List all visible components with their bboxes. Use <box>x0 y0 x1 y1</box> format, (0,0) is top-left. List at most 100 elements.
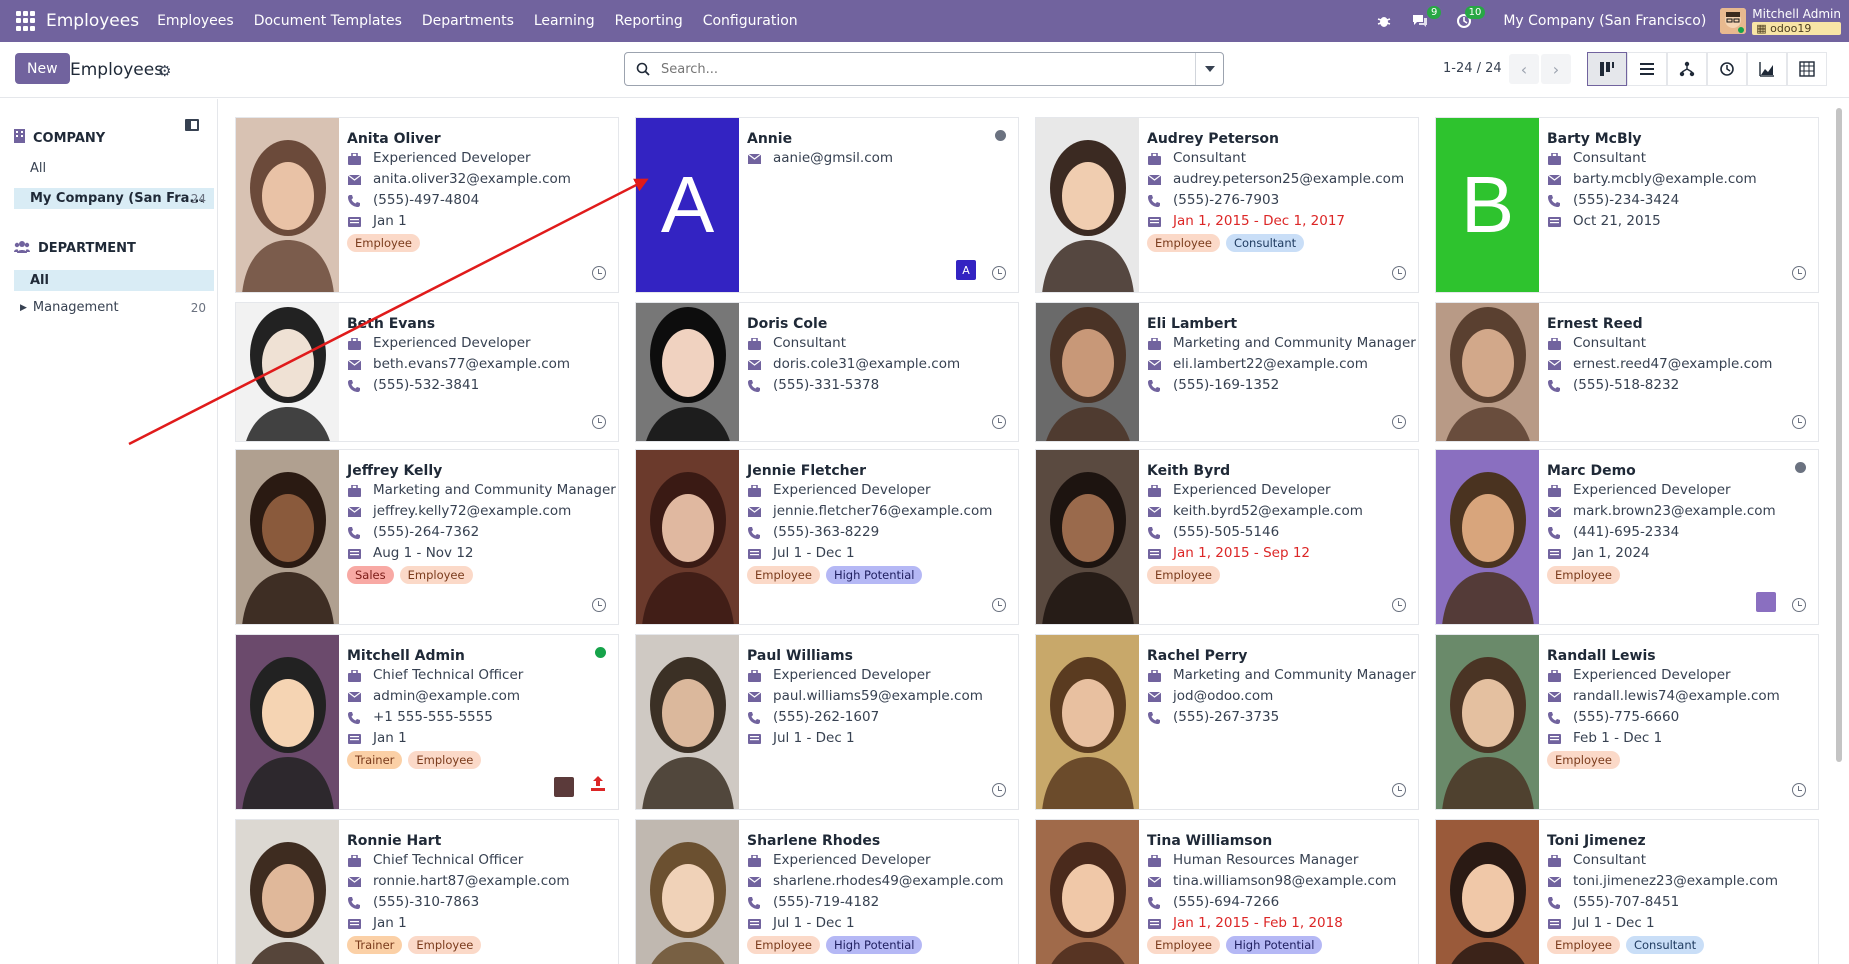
upload-icon[interactable] <box>590 776 606 795</box>
employee-card[interactable]: Rachel Perry Marketing and Community Mana… <box>1035 634 1419 810</box>
activity-clock-icon[interactable] <box>1792 783 1806 797</box>
employee-card[interactable]: Jeffrey Kelly Marketing and Community Man… <box>235 449 619 625</box>
employee-phone[interactable]: (555)-310-7863 <box>347 892 610 913</box>
employee-card[interactable]: B Barty McBly Consultant barty.mcbly@exampl… <box>1435 117 1819 293</box>
employee-card[interactable]: Beth Evans Experienced Developer beth.evan… <box>235 302 619 442</box>
search-options-toggle[interactable] <box>1195 53 1223 85</box>
company-filter-my-company[interactable]: My Company (San Fra... 24 <box>14 188 214 209</box>
employee-phone[interactable]: (555)-694-7266 <box>1147 892 1410 913</box>
activity-clock-icon[interactable] <box>592 598 606 612</box>
activity-clock-icon[interactable]: 10 <box>1455 6 1486 30</box>
activity-clock-icon[interactable] <box>1792 598 1806 612</box>
apps-menu-icon[interactable] <box>16 11 36 31</box>
activity-clock-icon[interactable] <box>592 415 606 429</box>
employee-email[interactable]: randall.lewis74@example.com <box>1547 686 1810 707</box>
employee-phone[interactable]: (555)-775-6660 <box>1547 707 1810 728</box>
activity-clock-icon[interactable] <box>1792 415 1806 429</box>
graph-view-button[interactable] <box>1747 52 1787 86</box>
employee-email[interactable]: toni.jimenez23@example.com <box>1547 871 1810 892</box>
employee-card[interactable]: Tina Williamson Human Resources Manager ti… <box>1035 819 1419 964</box>
employee-phone[interactable]: (555)-276-7903 <box>1147 190 1410 211</box>
employee-card[interactable]: Marc Demo Experienced Developer mark.brown… <box>1435 449 1819 625</box>
pager-value[interactable]: 1-24 / 24 <box>1443 61 1502 76</box>
employee-card[interactable]: Ronnie Hart Chief Technical Officer ronnie… <box>235 819 619 964</box>
employee-phone[interactable]: (441)-695-2334 <box>1547 522 1810 543</box>
employee-phone[interactable]: (555)-707-8451 <box>1547 892 1810 913</box>
employee-phone[interactable]: (555)-169-1352 <box>1147 375 1410 396</box>
employee-phone[interactable]: (555)-234-3424 <box>1547 190 1810 211</box>
menu-document-templates[interactable]: Document Templates <box>254 13 402 29</box>
company-switcher[interactable]: My Company (San Francisco) <box>1503 13 1706 29</box>
employee-card[interactable]: Doris Cole Consultant doris.cole31@example… <box>635 302 1019 442</box>
menu-configuration[interactable]: Configuration <box>703 13 798 29</box>
employee-card[interactable]: Mitchell Admin Chief Technical Officer adm… <box>235 634 619 810</box>
app-brand[interactable]: Employees <box>46 11 139 31</box>
employee-card[interactable]: Paul Williams Experienced Developer paul.w… <box>635 634 1019 810</box>
employee-email[interactable]: mark.brown23@example.com <box>1547 501 1810 522</box>
employee-email[interactable]: jeffrey.kelly72@example.com <box>347 501 610 522</box>
employee-email[interactable]: anita.oliver32@example.com <box>347 169 610 190</box>
menu-learning[interactable]: Learning <box>534 13 595 29</box>
activity-clock-icon[interactable] <box>1392 598 1406 612</box>
employee-email[interactable]: aanie@gmsil.com <box>747 148 1010 169</box>
employee-card[interactable]: Eli Lambert Marketing and Community Manag… <box>1035 302 1419 442</box>
employee-card[interactable]: A Annie aanie@gmsil.com A <box>635 117 1019 293</box>
activity-clock-icon[interactable] <box>1392 783 1406 797</box>
employee-phone[interactable]: (555)-505-5146 <box>1147 522 1410 543</box>
user-menu[interactable]: Mitchell Admin ▦ odoo19 <box>1752 7 1841 35</box>
search-input[interactable] <box>661 61 1195 77</box>
employee-phone[interactable]: (555)-497-4804 <box>347 190 610 211</box>
employee-email[interactable]: ronnie.hart87@example.com <box>347 871 610 892</box>
user-avatar[interactable] <box>1720 8 1747 34</box>
caret-right-icon[interactable]: ▶ <box>20 303 27 313</box>
employee-phone[interactable]: (555)-267-3735 <box>1147 707 1410 728</box>
employee-card[interactable]: Anita Oliver Experienced Developer anita.o… <box>235 117 619 293</box>
employee-card[interactable]: Audrey Peterson Consultant audrey.peterson… <box>1035 117 1419 293</box>
user-avatar-icon[interactable] <box>554 777 574 797</box>
activity-clock-icon[interactable] <box>1392 266 1406 280</box>
employee-card[interactable]: Randall Lewis Experienced Developer randal… <box>1435 634 1819 810</box>
company-filter-all[interactable]: All <box>14 158 214 179</box>
hierarchy-view-button[interactable] <box>1667 52 1707 86</box>
pivot-view-button[interactable] <box>1787 52 1827 86</box>
menu-departments[interactable]: Departments <box>422 13 514 29</box>
employee-email[interactable]: audrey.peterson25@example.com <box>1147 169 1410 190</box>
employee-card[interactable]: Ernest Reed Consultant ernest.reed47@examp… <box>1435 302 1819 442</box>
panel-toggle-icon[interactable] <box>185 119 199 131</box>
employee-email[interactable]: beth.evans77@example.com <box>347 354 610 375</box>
employee-email[interactable]: paul.williams59@example.com <box>747 686 1010 707</box>
employee-card[interactable]: Sharlene Rhodes Experienced Developer shar… <box>635 819 1019 964</box>
employee-phone[interactable]: +1 555-555-5555 <box>347 707 610 728</box>
new-button[interactable]: New <box>15 53 70 84</box>
employee-email[interactable]: jennie.fletcher76@example.com <box>747 501 1010 522</box>
gear-icon[interactable]: ⚙ <box>158 62 171 80</box>
user-avatar-icon[interactable] <box>1756 592 1776 612</box>
employee-email[interactable]: sharlene.rhodes49@example.com <box>747 871 1010 892</box>
employee-email[interactable]: admin@example.com <box>347 686 610 707</box>
department-filter-management[interactable]: ▶ Management 20 <box>14 297 214 318</box>
employee-email[interactable]: keith.byrd52@example.com <box>1147 501 1410 522</box>
activity-view-button[interactable] <box>1707 52 1747 86</box>
department-filter-all[interactable]: All <box>14 270 214 291</box>
employee-email[interactable]: ernest.reed47@example.com <box>1547 354 1810 375</box>
employee-phone[interactable]: (555)-518-8232 <box>1547 375 1810 396</box>
list-view-button[interactable] <box>1627 52 1667 86</box>
employee-email[interactable]: jod@odoo.com <box>1147 686 1410 707</box>
employee-phone[interactable]: (555)-532-3841 <box>347 375 610 396</box>
employee-phone[interactable]: (555)-719-4182 <box>747 892 1010 913</box>
vertical-scrollbar[interactable] <box>1834 108 1843 964</box>
employee-card[interactable]: Keith Byrd Experienced Developer keith.byr… <box>1035 449 1419 625</box>
employee-card[interactable]: Jennie Fletcher Experienced Developer jenn… <box>635 449 1019 625</box>
chat-icon[interactable]: 9 <box>1411 6 1442 30</box>
menu-reporting[interactable]: Reporting <box>615 13 683 29</box>
activity-clock-icon[interactable] <box>592 266 606 280</box>
activity-clock-icon[interactable] <box>1792 266 1806 280</box>
search-bar[interactable] <box>624 52 1224 86</box>
activity-clock-icon[interactable] <box>992 783 1006 797</box>
activity-clock-icon[interactable] <box>992 598 1006 612</box>
kanban-view-button[interactable] <box>1587 52 1627 86</box>
employee-phone[interactable]: (555)-331-5378 <box>747 375 1010 396</box>
employee-phone[interactable]: (555)-262-1607 <box>747 707 1010 728</box>
employee-email[interactable]: eli.lambert22@example.com <box>1147 354 1410 375</box>
employee-email[interactable]: doris.cole31@example.com <box>747 354 1010 375</box>
